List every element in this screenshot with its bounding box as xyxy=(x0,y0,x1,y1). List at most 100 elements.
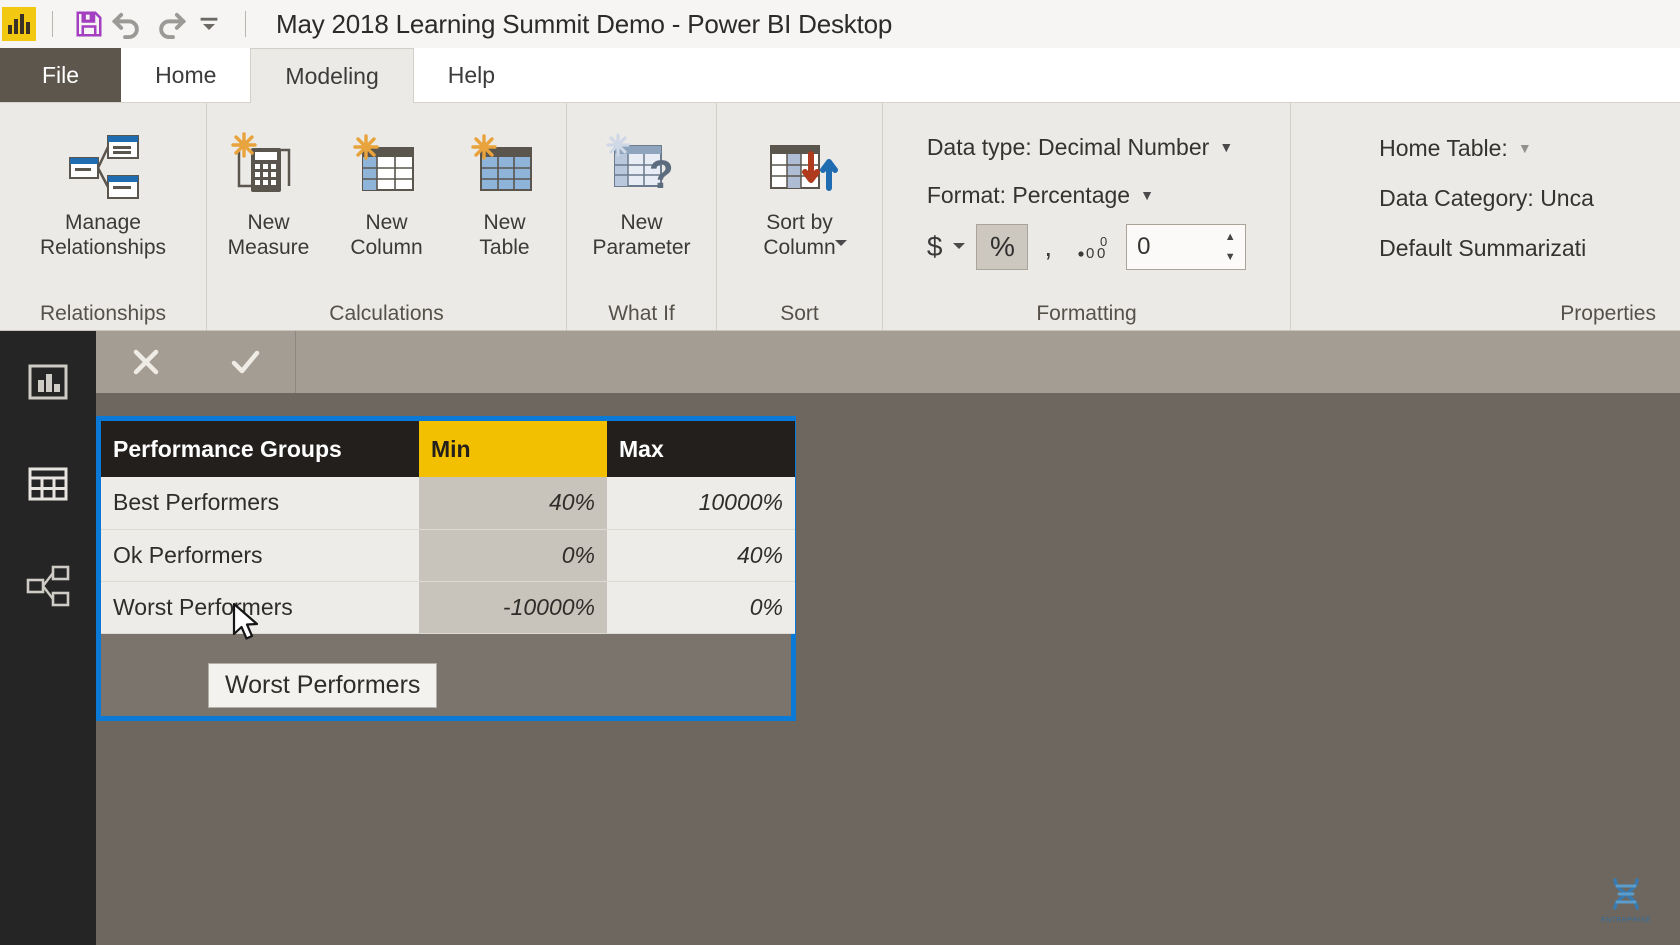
column-header-performance-groups[interactable]: Performance Groups xyxy=(101,421,419,477)
currency-format-button[interactable]: $ xyxy=(927,231,943,263)
data-type-label: Data type: Decimal Number xyxy=(926,133,1210,160)
new-measure-icon xyxy=(230,125,307,209)
left-navigation xyxy=(0,331,96,945)
new-parameter-label: New Parameter xyxy=(592,211,691,259)
data-category-dropdown[interactable]: Data Category: Unca xyxy=(1379,173,1594,223)
watermark-logo: ENTERPRISE xyxy=(1596,869,1656,929)
new-column-icon xyxy=(349,125,425,209)
cell-min[interactable]: 0% xyxy=(419,529,607,582)
svg-text:?: ? xyxy=(649,153,673,197)
decimal-places-icon[interactable]: 0 0 0 xyxy=(1076,230,1116,265)
svg-text:0: 0 xyxy=(1100,234,1107,249)
formula-cancel-button[interactable] xyxy=(96,331,196,393)
ribbon-group-formatting-label: Formatting xyxy=(1036,302,1137,325)
data-category-label: Data Category: Unca xyxy=(1379,184,1594,211)
stepper-up-icon[interactable]: ▲ xyxy=(1225,231,1236,243)
ribbon-group-properties-label: Properties xyxy=(1560,302,1656,325)
format-dropdown[interactable]: Format: Percentage ▼ xyxy=(927,171,1246,219)
formula-bar xyxy=(96,331,1680,393)
column-header-min[interactable]: Min xyxy=(419,421,607,477)
percent-format-button[interactable]: % xyxy=(976,224,1029,270)
tab-file[interactable]: File xyxy=(0,48,122,103)
stepper-arrows[interactable]: ▲ ▼ xyxy=(1219,227,1241,267)
ribbon-group-properties: Home Table: ▼ Data Category: Unca Defaul… xyxy=(1290,103,1680,330)
cell-min[interactable]: -10000% xyxy=(419,581,607,634)
default-summarization-dropdown[interactable]: Default Summarizati xyxy=(1379,223,1594,273)
ribbon-group-relationships-label: Relationships xyxy=(39,302,167,325)
tab-home[interactable]: Home xyxy=(121,48,250,103)
new-parameter-button[interactable]: ? New Parameter xyxy=(567,111,717,261)
save-icon[interactable] xyxy=(69,4,109,44)
chevron-down-icon: ▼ xyxy=(1140,187,1154,203)
divider xyxy=(52,11,53,37)
sidebar-item-data-view[interactable] xyxy=(23,459,73,509)
undo-icon[interactable] xyxy=(109,4,149,44)
ribbon-group-formatting: Data type: Decimal Number ▼ Format: Perc… xyxy=(882,103,1290,330)
chevron-down-icon: ▼ xyxy=(1517,140,1532,156)
format-label: Format: Percentage xyxy=(926,181,1131,208)
table-row[interactable]: Best Performers 40% 10000% xyxy=(101,477,795,530)
currency-dropdown-arrow[interactable] xyxy=(952,238,966,256)
redo-icon[interactable] xyxy=(149,4,189,44)
home-table-dropdown[interactable]: Home Table: ▼ xyxy=(1379,123,1594,173)
report-view-icon xyxy=(28,364,68,400)
new-table-icon xyxy=(467,125,543,209)
sidebar-item-report-view[interactable] xyxy=(23,357,73,407)
divider xyxy=(245,11,246,37)
chevron-down-icon[interactable] xyxy=(189,4,229,44)
home-table-label: Home Table: xyxy=(1379,134,1508,161)
manage-relationships-label: Manage Relationships xyxy=(39,211,167,259)
performance-groups-table: Performance Groups Min Max Best Performe… xyxy=(101,421,795,634)
new-measure-label: New Measure xyxy=(227,211,310,259)
stepper-down-icon[interactable]: ▼ xyxy=(1225,251,1236,263)
data-type-dropdown[interactable]: Data type: Decimal Number ▼ xyxy=(927,123,1246,171)
sort-by-column-icon xyxy=(755,125,845,209)
window-title: May 2018 Learning Summit Demo - Power BI… xyxy=(276,8,893,39)
ribbon-group-relationships: Manage Relationships Relationships xyxy=(0,103,206,330)
dna-helix-icon xyxy=(1613,877,1639,910)
svg-text:0: 0 xyxy=(1086,245,1094,260)
decimal-places-value: 0 xyxy=(1137,233,1151,260)
table-row[interactable]: Ok Performers 0% 40% xyxy=(101,529,795,582)
formula-confirm-button[interactable] xyxy=(196,331,296,393)
new-column-button[interactable]: New Column xyxy=(328,111,446,261)
sidebar-item-model-view[interactable] xyxy=(23,561,73,611)
cell-group-name[interactable]: Best Performers xyxy=(101,477,419,530)
cell-min[interactable]: 40% xyxy=(419,477,607,530)
tab-modeling[interactable]: Modeling xyxy=(250,48,414,103)
ribbon: Manage Relationships Relationships New M… xyxy=(0,103,1680,331)
new-table-button[interactable]: New Table xyxy=(446,111,564,261)
decimal-places-stepper[interactable]: 0 ▲ ▼ xyxy=(1126,224,1247,270)
tab-modeling-label: Modeling xyxy=(285,62,379,89)
cell-max[interactable]: 0% xyxy=(607,581,795,634)
tab-help[interactable]: Help xyxy=(414,48,529,103)
ribbon-group-whatif-label: What If xyxy=(608,302,675,325)
thousands-separator-button[interactable]: , xyxy=(1038,231,1058,263)
cell-max[interactable]: 10000% xyxy=(607,477,795,530)
tab-home-label: Home xyxy=(155,62,217,88)
title-bar: May 2018 Learning Summit Demo - Power BI… xyxy=(0,0,1680,48)
sort-by-column-button[interactable]: Sort by Column xyxy=(717,111,883,259)
tab-help-label: Help xyxy=(447,62,496,88)
tab-file-label: File xyxy=(42,62,80,88)
formula-input[interactable] xyxy=(296,331,1680,393)
cell-group-name[interactable]: Ok Performers xyxy=(101,529,419,582)
ribbon-tabs: File Home Modeling Help xyxy=(0,48,1680,103)
manage-relationships-button[interactable]: Manage Relationships xyxy=(0,111,206,261)
table-header-row: Performance Groups Min Max xyxy=(101,421,795,477)
new-table-label: New Table xyxy=(479,211,530,259)
new-measure-button[interactable]: New Measure xyxy=(210,111,328,261)
watermark-label: ENTERPRISE xyxy=(1601,916,1651,924)
ribbon-group-sort: Sort by Column Sort xyxy=(716,103,882,330)
model-view-icon xyxy=(26,565,70,607)
table-row[interactable]: Worst Performers -10000% 0% xyxy=(101,581,795,634)
sort-by-column-dropdown-arrow[interactable] xyxy=(833,235,849,253)
ribbon-group-calculations-label: Calculations xyxy=(329,302,444,325)
cell-max[interactable]: 40% xyxy=(607,529,795,582)
close-icon xyxy=(133,349,158,375)
data-view-icon xyxy=(28,467,68,501)
column-header-max[interactable]: Max xyxy=(607,421,795,477)
mouse-cursor xyxy=(232,602,262,646)
table-visual[interactable]: Performance Groups Min Max Best Performe… xyxy=(96,416,796,721)
manage-relationships-icon xyxy=(64,125,142,209)
